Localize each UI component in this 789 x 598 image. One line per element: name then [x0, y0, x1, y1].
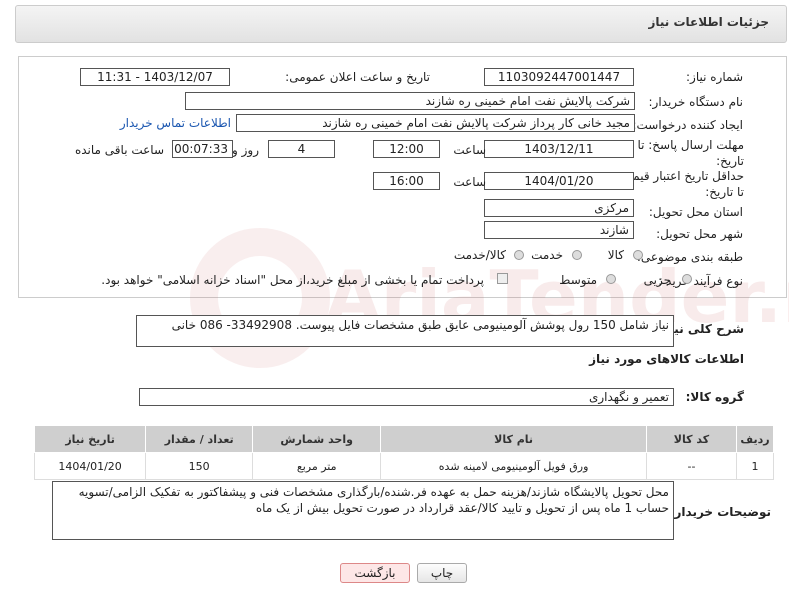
buyer-contact-link[interactable]: اطلاعات تماس خریدار: [120, 116, 231, 130]
price-time-label: ساعت: [453, 175, 486, 189]
goods-table-header: ردیف کد کالا نام کالا واحد شمارش تعداد /…: [33, 425, 775, 453]
price-time-field[interactable]: 16:00: [373, 172, 440, 190]
row-qty: 150: [145, 452, 254, 480]
col-row: ردیف: [735, 425, 775, 453]
buyer-notes-textarea[interactable]: محل تحویل پالایشگاه شازند/هزینه حمل به ع…: [52, 481, 674, 540]
row-unit: متر مربع: [252, 452, 382, 480]
deadline-time-field[interactable]: 12:00: [373, 140, 440, 158]
treasury-payment-note: پرداخت تمام یا بخشی از مبلغ خرید،از محل …: [101, 273, 484, 287]
category-goods-label: کالا: [607, 248, 624, 262]
requester-field[interactable]: مجید خانی کار پرداز شرکت پالایش نفت امام…: [236, 114, 635, 132]
category-goods-service-label: کالا/خدمت: [453, 248, 506, 262]
days-label: روز و: [232, 143, 259, 157]
category-goods-service-radio[interactable]: [514, 250, 524, 260]
category-label: طبقه بندی موضوعی:: [636, 250, 743, 264]
description-textarea[interactable]: نیاز شامل 150 رول پوشش آلومینیومی عایق ط…: [136, 315, 674, 347]
province-field[interactable]: مرکزی: [484, 199, 634, 217]
goods-group-field[interactable]: تعمیر و نگهداری: [139, 388, 674, 406]
days-field[interactable]: 4: [268, 140, 335, 158]
process-minor-label: جزیی: [643, 273, 671, 287]
col-unit: واحد شمارش: [252, 425, 382, 453]
col-date: تاریخ نیاز: [33, 425, 147, 453]
need-number-field[interactable]: 1103092447001447: [484, 68, 634, 86]
print-button[interactable]: چاپ: [417, 563, 467, 583]
requester-label: ایجاد کننده درخواست:: [632, 118, 743, 132]
buyer-notes-label: توضیحات خریدار:: [669, 505, 771, 519]
price-date-field[interactable]: 1404/01/20: [484, 172, 634, 190]
deadline-date-field[interactable]: 1403/12/11: [484, 140, 634, 158]
goods-section-title: اطلاعات کالاهای مورد نیاز: [589, 352, 744, 366]
buyer-org-field[interactable]: شرکت پالایش نفت امام خمینی ره شازند: [185, 92, 635, 110]
category-goods-radio[interactable]: [633, 250, 643, 260]
deadline-time-label: ساعت: [453, 143, 486, 157]
goods-table: ردیف کد کالا نام کالا واحد شمارش تعداد /…: [33, 425, 775, 480]
row-name: ورق فویل آلومینیومی لامینه شده: [380, 452, 647, 480]
process-medium-radio[interactable]: [606, 274, 616, 284]
remaining-label: ساعت باقی مانده: [74, 143, 164, 157]
category-service-radio[interactable]: [572, 250, 582, 260]
province-label: استان محل تحویل:: [648, 205, 743, 219]
process-minor-radio[interactable]: [682, 274, 692, 284]
watermark-logo: [190, 228, 330, 368]
col-qty: تعداد / مقدار: [145, 425, 254, 453]
row-date: 1404/01/20: [33, 452, 147, 480]
treasury-payment-checkbox[interactable]: [497, 273, 508, 284]
city-field[interactable]: شازند: [484, 221, 634, 239]
announce-label: تاریخ و ساعت اعلان عمومی:: [285, 70, 430, 84]
remaining-time-field[interactable]: 00:07:33: [172, 140, 233, 158]
col-code: کد کالا: [645, 425, 737, 453]
deadline-label: مهلت ارسال پاسخ: تا تاریخ:: [637, 138, 744, 168]
process-medium-label: متوسط: [559, 273, 597, 287]
announce-field[interactable]: 1403/12/07 - 11:31: [80, 68, 230, 86]
goods-group-label: گروه کالا:: [685, 390, 744, 404]
row-code: --: [645, 452, 737, 480]
buyer-org-label: نام دستگاه خریدار:: [648, 95, 744, 109]
col-name: نام کالا: [380, 425, 647, 453]
page-title: جزئیات اطلاعات نیاز: [648, 15, 769, 29]
need-number-label: شماره نیاز:: [686, 70, 743, 84]
city-label: شهر محل تحویل:: [656, 227, 743, 241]
row-number: 1: [735, 452, 775, 480]
back-button[interactable]: بازگشت: [340, 563, 410, 583]
category-service-label: خدمت: [531, 248, 563, 262]
table-row[interactable]: 1 -- ورق فویل آلومینیومی لامینه شده متر …: [33, 452, 775, 480]
